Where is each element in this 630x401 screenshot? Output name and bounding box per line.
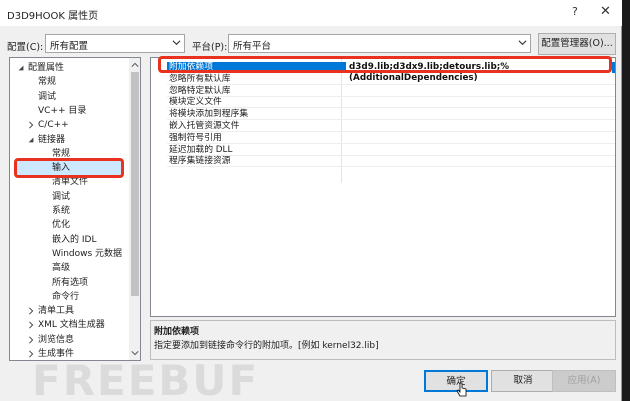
- property-name: 忽略所有默认库: [169, 73, 231, 84]
- property-name: 程序集链接资源: [169, 156, 231, 167]
- tree-item-label: 所有选项: [52, 277, 89, 288]
- collapsed-triangle-icon[interactable]: [27, 121, 35, 129]
- close-button[interactable]: ✕: [600, 4, 611, 19]
- tree-item-label: 优化: [52, 220, 71, 231]
- platform-combo-value: 所有平台: [233, 41, 272, 52]
- tree-item-label: Windows 元数据: [52, 248, 123, 259]
- tree-item-label: 链接器: [38, 134, 66, 145]
- property-pages-window: D3D9HOOK 属性页 ? ✕ 配置(C): 所有配置 平台(P): 所有平台…: [0, 0, 630, 401]
- property-row[interactable]: 强制符号引用: [167, 133, 615, 144]
- property-grid: 附加依赖项 d3d9.lib;d3dx9.lib;detours.lib;%(Ad…: [150, 56, 630, 317]
- property-name: 模块定义文件: [169, 97, 222, 108]
- background-strip: [622, 0, 630, 401]
- platform-label: 平台(P):: [192, 42, 228, 53]
- description-panel: 附加依赖项 指定要添加到链接命令行的附加项。[例如 kernel32.lib]: [150, 320, 616, 360]
- title-bar: D3D9HOOK 属性页 ? ✕: [0, 0, 622, 26]
- property-row[interactable]: 忽略特定默认库: [167, 86, 615, 97]
- tree-item-label: C/C++: [38, 120, 69, 131]
- tree-item-label: 系统: [52, 206, 71, 216]
- tree-item-label: VC++ 目录: [38, 105, 87, 116]
- collapsed-triangle-icon[interactable]: [27, 321, 35, 329]
- tree-item-label: XML 文档生成器: [38, 320, 105, 331]
- config-manager-button[interactable]: 配置管理器(O)...: [538, 33, 616, 55]
- platform-combo[interactable]: 所有平台: [228, 34, 531, 53]
- property-name: 强制符号引用: [169, 132, 222, 143]
- property-row[interactable]: 嵌入托管资源文件: [167, 121, 615, 132]
- tree-item-label: 浏览信息: [38, 334, 75, 345]
- expanded-triangle-icon[interactable]: [17, 64, 25, 72]
- tree-item-label: 调试: [52, 191, 71, 202]
- property-name: 嵌入托管资源文件: [169, 121, 240, 131]
- description-title: 附加依赖项: [154, 327, 200, 337]
- tree-item-label: 命令行: [52, 291, 80, 302]
- collapsed-triangle-icon[interactable]: [27, 307, 35, 315]
- tree-item-label: 常规: [38, 77, 57, 88]
- scroll-up-icon[interactable]: [131, 61, 139, 69]
- property-row[interactable]: 将模块添加到程序集: [167, 109, 615, 121]
- property-name: 忽略特定默认库: [169, 85, 231, 96]
- property-row[interactable]: 程序集链接资源: [167, 156, 615, 168]
- property-tree[interactable]: 配置属性 常规 调试 VC++ 目录 C/C++ 链接器 常规 输入 清单文件 调试 系统 优化 嵌入的…: [9, 57, 141, 361]
- description-text: 指定要添加到链接命令行的附加项。[例如 kernel32.lib]: [154, 341, 379, 351]
- tree-item-label: 调试: [38, 91, 57, 102]
- apply-button[interactable]: 应用(A): [552, 370, 616, 392]
- window-title: D3D9HOOK 属性页: [7, 11, 99, 22]
- expanded-triangle-icon[interactable]: [27, 136, 35, 144]
- tree-item-label: 嵌入的 IDL: [52, 234, 97, 245]
- property-row[interactable]: 延迟加载的 DLL: [167, 145, 615, 156]
- chevron-down-icon: [518, 40, 527, 46]
- property-row[interactable]: 模块定义文件: [167, 97, 615, 109]
- tree-scrollbar[interactable]: [129, 58, 140, 360]
- property-row[interactable]: 忽略所有默认库: [167, 74, 615, 85]
- tree-scroll-thumb[interactable]: [131, 72, 139, 296]
- property-name: 延迟加载的 DLL: [169, 144, 233, 155]
- config-combo[interactable]: 所有配置: [45, 34, 185, 53]
- watermark: FREEBUF: [32, 356, 260, 401]
- collapsed-triangle-icon[interactable]: [27, 336, 35, 344]
- tree-item-label: 高级: [52, 263, 71, 274]
- cancel-button[interactable]: 取消: [491, 370, 555, 392]
- mouse-cursor-icon: [456, 382, 467, 397]
- tree-item-label: 配置属性: [28, 63, 65, 73]
- config-combo-value: 所有配置: [50, 41, 89, 52]
- help-button[interactable]: ?: [572, 5, 578, 18]
- tree-selected-annotation-box: [14, 158, 124, 178]
- property-name: 将模块添加到程序集: [169, 109, 249, 120]
- tree-item-label: 清单工具: [38, 306, 75, 317]
- chevron-down-icon: [172, 40, 181, 46]
- config-label: 配置(C):: [7, 42, 44, 53]
- selected-row-annotation-box: [158, 56, 612, 73]
